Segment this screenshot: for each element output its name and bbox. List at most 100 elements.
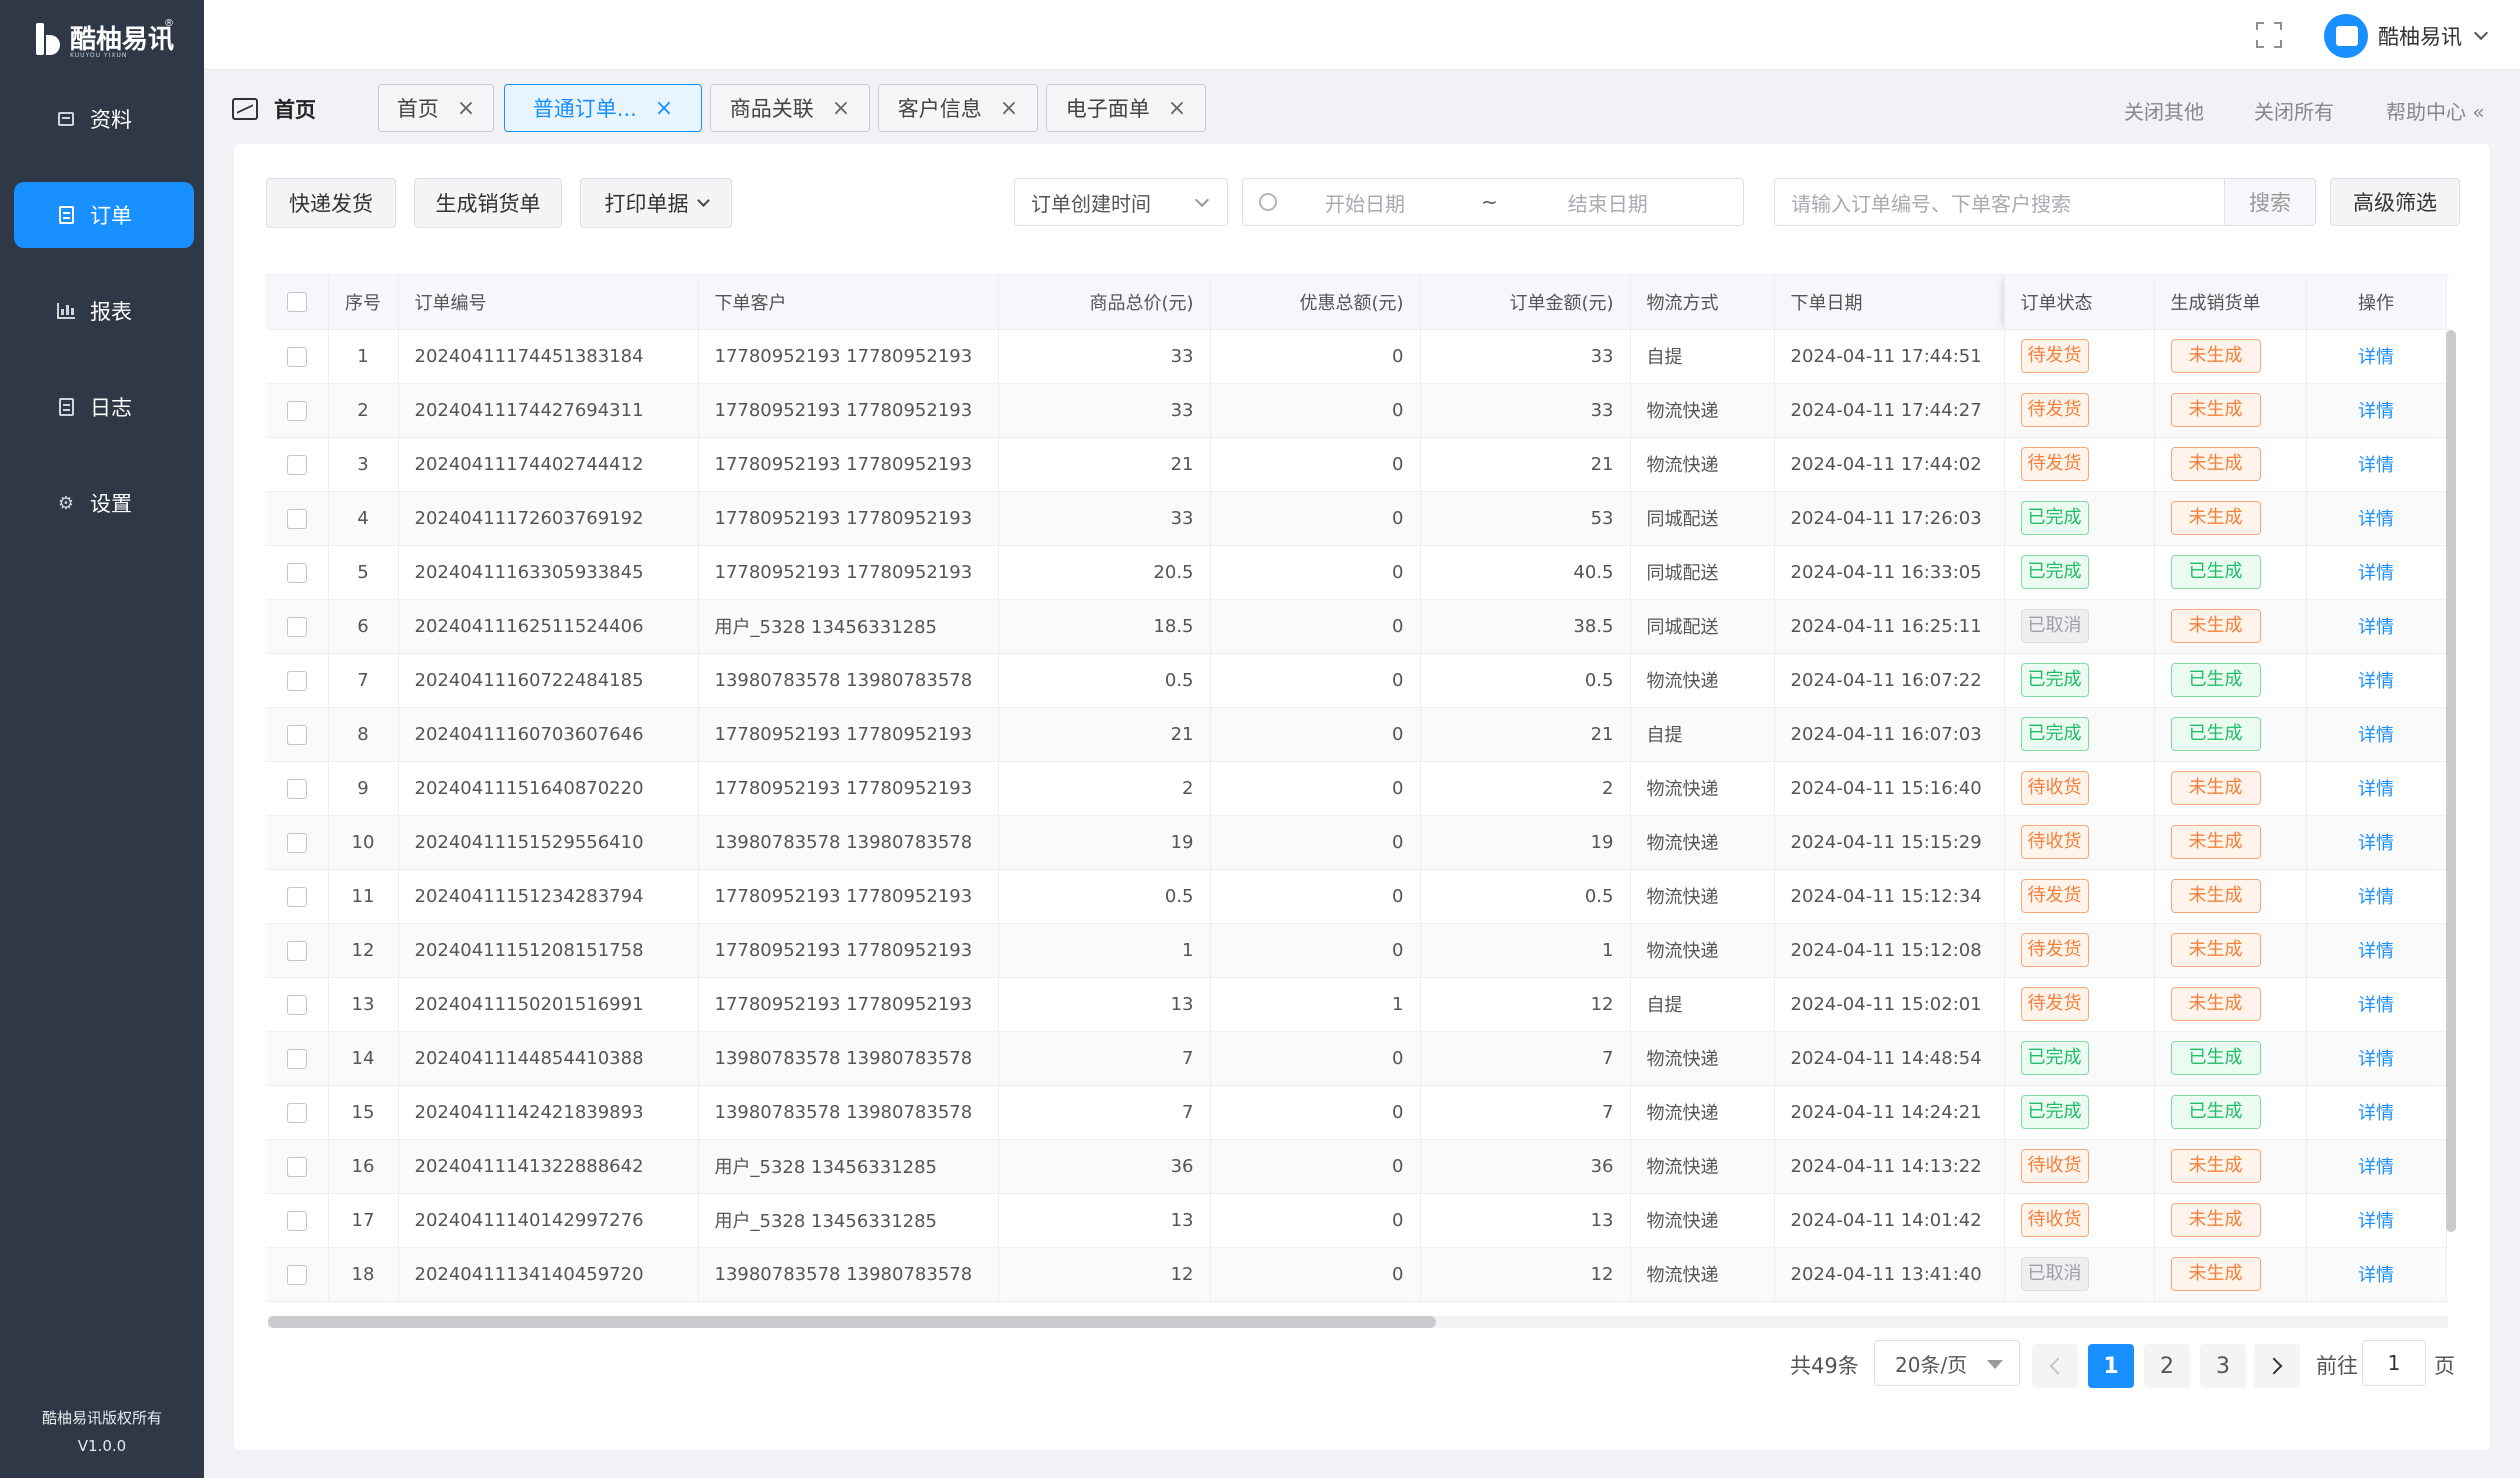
detail-link[interactable]: 详情: [2358, 563, 2394, 584]
table-row[interactable]: 17 20240411140142997276 用户_5328 1345633128…: [266, 1193, 2447, 1248]
date-field-select[interactable]: 订单创建时间: [1014, 178, 1228, 226]
row-checkbox[interactable]: [266, 1031, 329, 1086]
detail-link[interactable]: 详情: [2358, 455, 2394, 476]
sidebar-item-settings[interactable]: ⚙ 设置: [14, 470, 194, 536]
close-icon[interactable]: ×: [457, 96, 475, 121]
table-row[interactable]: 7 20240411160722484185 13980783578 1398078…: [266, 653, 2447, 708]
detail-link[interactable]: 详情: [2358, 887, 2394, 908]
detail-link[interactable]: 详情: [2358, 1157, 2394, 1178]
detail-link[interactable]: 详情: [2358, 1103, 2394, 1124]
table-row[interactable]: 3 20240411174402744412 17780952193 1778095…: [266, 437, 2447, 492]
row-checkbox[interactable]: [266, 491, 329, 546]
sidebar-item-orders[interactable]: 订单: [14, 182, 194, 248]
sales-status-badge: 未生成: [2170, 1257, 2261, 1291]
row-checkbox[interactable]: [266, 1139, 329, 1194]
fullscreen-icon[interactable]: [2256, 22, 2282, 48]
table-row[interactable]: 14 20240411144854410388 13980783578 139807…: [266, 1031, 2447, 1086]
tab-normal-orders[interactable]: 普通订单... ×: [504, 84, 702, 132]
row-checkbox[interactable]: [266, 545, 329, 600]
close-icon[interactable]: ×: [832, 96, 850, 121]
user-menu[interactable]: 酷柚易讯: [2324, 14, 2489, 58]
advanced-filter-button[interactable]: 高级筛选: [2330, 178, 2460, 226]
page-1-button[interactable]: 1: [2088, 1344, 2134, 1388]
table-row[interactable]: 8 20240411160703607646 17780952193 1778095…: [266, 707, 2447, 762]
detail-link[interactable]: 详情: [2358, 779, 2394, 800]
row-checkbox[interactable]: [266, 653, 329, 708]
total-count: 共49条: [1790, 1354, 1859, 1378]
horizontal-scrollbar[interactable]: [268, 1316, 1436, 1328]
detail-link[interactable]: 详情: [2358, 347, 2394, 368]
vertical-scrollbar[interactable]: [2446, 330, 2456, 1232]
row-checkbox[interactable]: [266, 923, 329, 978]
table-row[interactable]: 10 20240411151529556410 13980783578 139807…: [266, 815, 2447, 870]
express-ship-button[interactable]: 快递发货: [266, 178, 396, 228]
detail-link[interactable]: 详情: [2358, 1211, 2394, 1232]
detail-link[interactable]: 详情: [2358, 833, 2394, 854]
table-row[interactable]: 4 20240411172603769192 17780952193 1778095…: [266, 491, 2447, 546]
detail-link[interactable]: 详情: [2358, 617, 2394, 638]
detail-link[interactable]: 详情: [2358, 725, 2394, 746]
tab-home[interactable]: 首页 ×: [378, 84, 494, 132]
status-badge: 待发货: [2020, 339, 2089, 373]
table-row[interactable]: 1 20240411174451383184 17780952193 1778095…: [266, 329, 2447, 384]
detail-link[interactable]: 详情: [2358, 509, 2394, 530]
print-docs-label: 打印单据: [604, 192, 689, 216]
help-center-link[interactable]: 帮助中心 «: [2386, 96, 2485, 125]
row-checkbox[interactable]: [266, 329, 329, 384]
detail-link[interactable]: 详情: [2358, 671, 2394, 692]
table-row[interactable]: 16 20240411141322888642 用户_5328 1345633128…: [266, 1139, 2447, 1194]
row-checkbox[interactable]: [266, 815, 329, 870]
table-row[interactable]: 13 20240411150201516991 17780952193 177809…: [266, 977, 2447, 1032]
table-row[interactable]: 11 20240411151234283794 17780952193 177809…: [266, 869, 2447, 924]
goto-page-input[interactable]: 1: [2362, 1340, 2426, 1386]
row-checkbox[interactable]: [266, 869, 329, 924]
search-button[interactable]: 搜索: [2224, 178, 2316, 226]
page-size-select[interactable]: 20条/页: [1874, 1340, 2020, 1386]
search-input[interactable]: 请输入订单编号、下单客户搜索: [1774, 178, 2226, 226]
row-checkbox[interactable]: [266, 437, 329, 492]
sidebar-item-reports[interactable]: 报表: [14, 278, 194, 344]
actions-cell: 详情: [2306, 383, 2447, 438]
row-checkbox[interactable]: [266, 977, 329, 1032]
table-row[interactable]: 2 20240411174427694311 17780952193 1778095…: [266, 383, 2447, 438]
close-icon[interactable]: ×: [655, 96, 673, 121]
page-3-button[interactable]: 3: [2200, 1344, 2246, 1388]
start-date-input[interactable]: 开始日期: [1325, 188, 1475, 217]
table-row[interactable]: 18 20240411134140459720 13980783578 139807…: [266, 1247, 2447, 1302]
end-date-input[interactable]: 结束日期: [1568, 188, 1648, 217]
print-docs-button[interactable]: 打印单据: [580, 178, 732, 228]
row-checkbox[interactable]: [266, 1193, 329, 1248]
detail-link[interactable]: 详情: [2358, 995, 2394, 1016]
row-checkbox[interactable]: [266, 1085, 329, 1140]
table-row[interactable]: 12 20240411151208151758 17780952193 177809…: [266, 923, 2447, 978]
select-all-checkbox[interactable]: [266, 275, 329, 330]
table-row[interactable]: 6 20240411162511524406 用户_5328 13456331285…: [266, 599, 2447, 654]
next-page-button[interactable]: [2254, 1344, 2300, 1388]
row-checkbox[interactable]: [266, 761, 329, 816]
tab-e-waybill[interactable]: 电子面单 ×: [1046, 84, 1206, 132]
row-checkbox[interactable]: [266, 383, 329, 438]
row-checkbox[interactable]: [266, 599, 329, 654]
detail-link[interactable]: 详情: [2358, 1265, 2394, 1286]
table-row[interactable]: 15 20240411142421839893 13980783578 139807…: [266, 1085, 2447, 1140]
close-icon[interactable]: ×: [1168, 96, 1186, 121]
table-row[interactable]: 5 20240411163305933845 17780952193 1778095…: [266, 545, 2447, 600]
prev-page-button[interactable]: [2032, 1344, 2078, 1388]
table-row[interactable]: 9 20240411151640870220 17780952193 1778095…: [266, 761, 2447, 816]
col-order-no: 订单编号: [398, 275, 699, 330]
detail-link[interactable]: 详情: [2358, 941, 2394, 962]
detail-link[interactable]: 详情: [2358, 401, 2394, 422]
page-2-button[interactable]: 2: [2144, 1344, 2190, 1388]
generate-sales-button[interactable]: 生成销货单: [414, 178, 562, 228]
row-checkbox[interactable]: [266, 1247, 329, 1302]
tab-customer-info[interactable]: 客户信息 ×: [878, 84, 1038, 132]
close-icon[interactable]: ×: [1000, 96, 1018, 121]
date-range-picker[interactable]: 开始日期 ~ 结束日期: [1242, 178, 1744, 226]
sidebar-item-logs[interactable]: 日志: [14, 374, 194, 440]
tab-product-link[interactable]: 商品关联 ×: [710, 84, 870, 132]
sidebar-item-data[interactable]: 资料: [14, 86, 194, 152]
close-others-link[interactable]: 关闭其他: [2124, 96, 2204, 125]
row-checkbox[interactable]: [266, 707, 329, 762]
close-all-link[interactable]: 关闭所有: [2254, 96, 2334, 125]
detail-link[interactable]: 详情: [2358, 1049, 2394, 1070]
